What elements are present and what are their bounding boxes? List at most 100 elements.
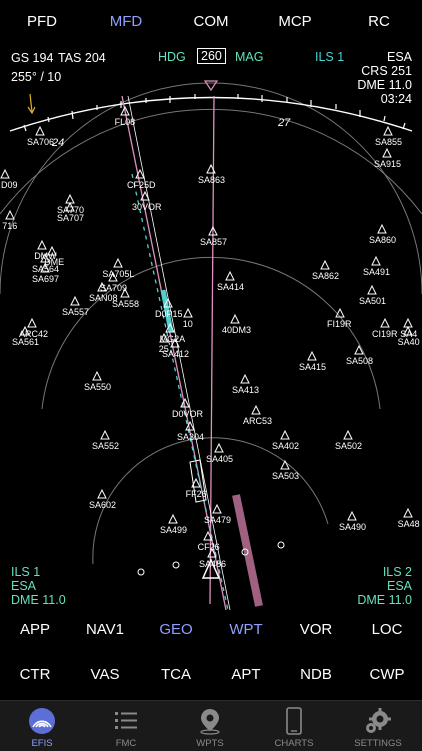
tab-charts[interactable]: CHARTS — [252, 701, 336, 751]
waypoint-label[interactable]: SA508 — [346, 356, 373, 366]
mode-nav1-button[interactable]: NAV1 — [70, 621, 140, 638]
waypoint-label[interactable]: SA915 — [374, 159, 401, 169]
waypoint-label[interactable]: MG2A — [160, 334, 186, 344]
tab-efis-label: EFIS — [31, 738, 53, 749]
tab-fmc[interactable]: FMC — [84, 701, 168, 751]
compass-label-24: 24 — [51, 137, 64, 149]
waypoint-label[interactable]: D0P15 — [155, 309, 183, 319]
waypoint-triangle-icon — [240, 373, 250, 384]
waypoint-label[interactable]: SA490 — [339, 522, 366, 532]
waypoint-label[interactable]: SA860 — [369, 235, 396, 245]
mode-loc-button[interactable]: LOC — [352, 621, 422, 638]
tab-efis[interactable]: EFIS — [0, 701, 84, 751]
waypoint-label[interactable]: SA405 — [206, 454, 233, 464]
waypoint-label[interactable]: CF26 — [198, 542, 220, 552]
tab-pfd[interactable]: PFD — [7, 13, 77, 30]
waypoint-label[interactable]: SA557 — [62, 307, 89, 317]
approach-label: ILS 1 — [315, 50, 345, 64]
waypoint-label[interactable]: 10 — [183, 319, 193, 329]
compass-label-27: 27 — [277, 117, 291, 129]
map-svg: SA706 SA855FL08SA915SA863CF25DSA770SA7073… — [0, 80, 422, 611]
waypoint-label[interactable]: SA491 — [363, 267, 390, 277]
list-icon — [115, 712, 137, 729]
waypoint-label[interactable]: SA415 — [299, 362, 326, 372]
waypoint-triangle-icon — [382, 147, 392, 158]
waypoint-label[interactable]: SA857 — [200, 237, 227, 247]
tab-mfd[interactable]: MFD — [91, 13, 161, 30]
tab-settings[interactable]: SETTINGS — [336, 701, 420, 751]
waypoint-label[interactable]: SA501 — [359, 296, 386, 306]
waypoint-label[interactable]: SA486 — [199, 559, 226, 569]
waypoint-label[interactable]: CF25D — [127, 180, 156, 190]
mode-wpt-button[interactable]: WPT — [211, 621, 281, 638]
waypoint-triangle-icon — [377, 223, 387, 234]
waypoint-triangle-icon — [70, 295, 80, 306]
waypoint-label[interactable]: ARC53 — [243, 416, 272, 426]
waypoint-label[interactable]: SA855 — [375, 137, 402, 147]
mode-vor-button[interactable]: VOR — [281, 621, 351, 638]
tab-rc[interactable]: RC — [344, 13, 414, 30]
waypoint-label[interactable]: SA402 — [272, 441, 299, 451]
waypoint-triangle-icon — [113, 257, 123, 268]
waypoint-label[interactable]: SA863 — [198, 175, 225, 185]
waypoint-label[interactable]: SA705L — [102, 269, 134, 279]
hdg-value[interactable]: 260 — [197, 48, 226, 64]
hdg-label: HDG — [158, 50, 186, 64]
mode-ctr-button[interactable]: CTR — [0, 666, 70, 683]
tab-wpts[interactable]: WPTS — [168, 701, 252, 751]
waypoint-label[interactable]: 25 — [159, 344, 169, 354]
waypoint-triangle-icon — [403, 507, 413, 518]
waypoint-label[interactable]: SA550 — [84, 382, 111, 392]
waypoint-label[interactable]: SA707 — [57, 213, 84, 223]
waypoint-label[interactable]: FF26 — [186, 489, 207, 499]
waypoint-label[interactable]: SA697 — [32, 274, 59, 284]
waypoint-label[interactable]: D09 — [1, 180, 18, 190]
right-airport: ESA — [386, 579, 412, 593]
waypoint-label[interactable]: D0VOR — [172, 409, 204, 419]
waypoint-label[interactable]: SA552 — [92, 441, 119, 451]
mode-apt-button[interactable]: APT — [211, 666, 281, 683]
tab-com[interactable]: COM — [176, 13, 246, 30]
waypoint-label[interactable]: SA602 — [89, 500, 116, 510]
waypoint-label[interactable]: SA502 — [335, 441, 362, 451]
waypoint-label[interactable]: SA499 — [160, 525, 187, 535]
tab-wpts-label: WPTS — [196, 738, 224, 749]
waypoint-label[interactable]: SA304 — [177, 432, 204, 442]
mode-cwp-button[interactable]: CWP — [352, 666, 422, 683]
waypoint-triangle-icon — [100, 429, 110, 440]
tab-mcp[interactable]: MCP — [260, 13, 330, 30]
mode-tca-button[interactable]: TCA — [141, 666, 211, 683]
waypoint-label[interactable]: SA414 — [217, 282, 244, 292]
tab-settings-label: SETTINGS — [354, 738, 402, 749]
waypoint-label[interactable]: FL08 — [115, 117, 136, 127]
waypoint-label[interactable]: SA48 — [398, 519, 420, 529]
mode-vas-button[interactable]: VAS — [70, 666, 140, 683]
waypoint-label[interactable]: FI19R — [327, 319, 352, 329]
waypoint-label[interactable]: SA413 — [232, 385, 259, 395]
mode-ndb-button[interactable]: NDB — [281, 666, 351, 683]
waypoint-label[interactable]: 716 — [2, 221, 17, 231]
waypoint-label[interactable]: SA479 — [204, 515, 231, 525]
gear-icon — [366, 708, 391, 733]
mode-app-button[interactable]: APP — [0, 621, 70, 638]
left-dme: DME 11.0 — [11, 593, 66, 607]
waypoint-label[interactable]: SA503 — [272, 471, 299, 481]
waypoint-label[interactable]: SA862 — [312, 271, 339, 281]
waypoint-label[interactable]: SA709 — [100, 283, 127, 293]
time-label: 03:24 — [380, 92, 412, 106]
wind-readout: 255° / 10 — [11, 70, 62, 84]
waypoint-label[interactable]: SAN08 — [89, 293, 118, 303]
waypoint-label[interactable]: 30VOR — [132, 202, 162, 212]
waypoint-label[interactable]: SA706 — [27, 137, 54, 147]
waypoint-label[interactable]: CI19R — [372, 329, 398, 339]
navigation-display[interactable]: SA706 SA855 FL08 SA915 SA863 CF25D SA770 SA707 3… — [0, 44, 422, 611]
left-airport: ESA — [11, 579, 37, 593]
waypoint-label[interactable]: ARC42 — [19, 329, 48, 339]
waypoint-label[interactable]: 40DM3 — [222, 325, 251, 335]
waypoint-label[interactable]: SA4 — [400, 329, 417, 339]
mode-geo-button[interactable]: GEO — [141, 621, 211, 638]
waypoint-triangle-icon — [65, 193, 75, 204]
waypoint-label[interactable]: DMW — [34, 251, 57, 261]
phone-icon — [286, 707, 302, 735]
waypoint-triangle-icon — [343, 429, 353, 440]
